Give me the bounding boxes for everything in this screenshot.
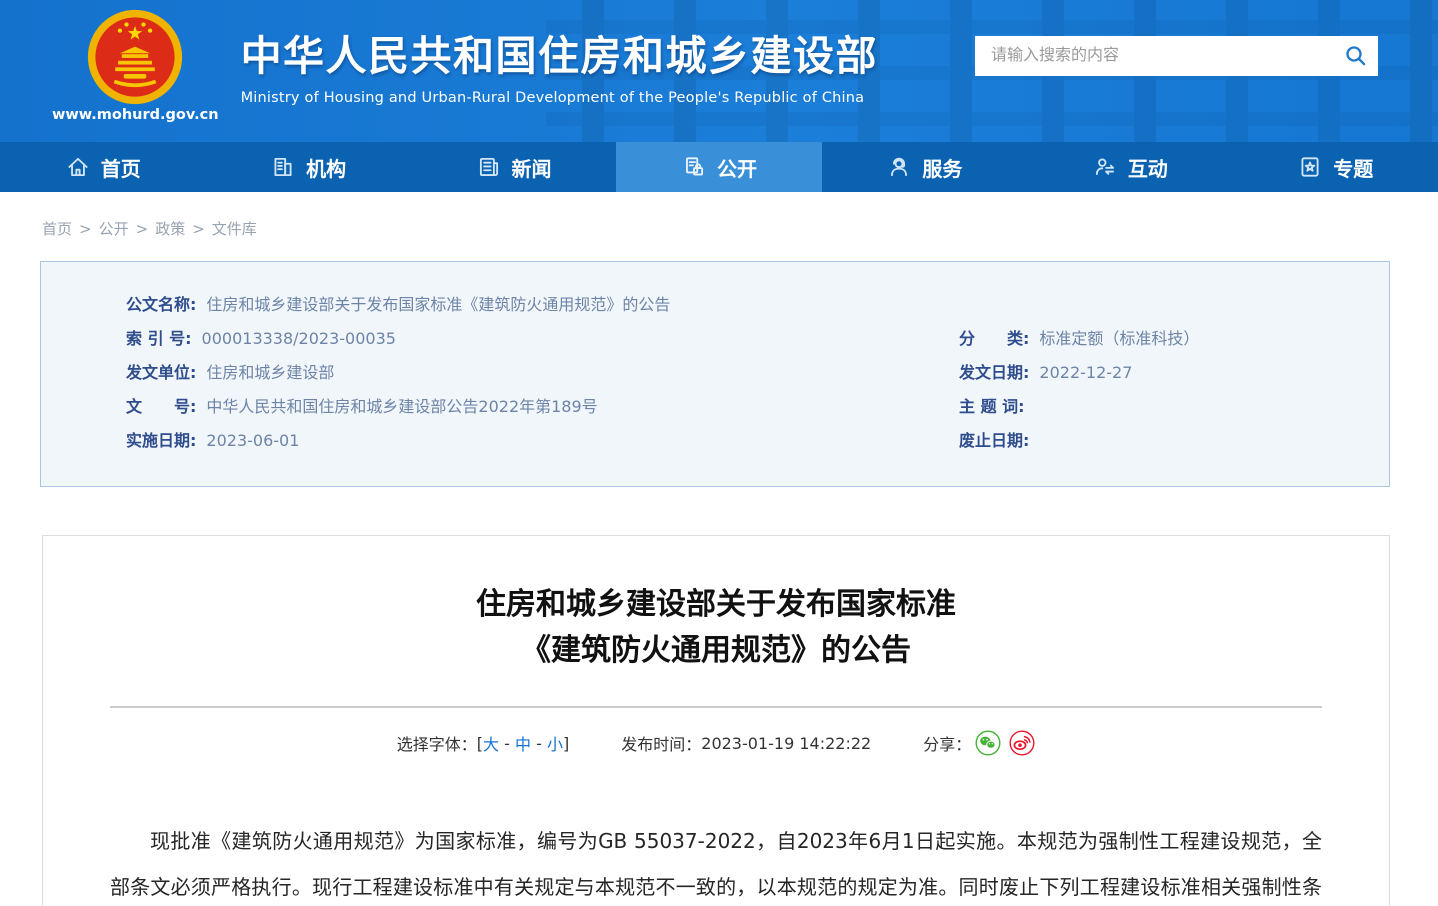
- site-title: 中华人民共和国住房和城乡建设部: [241, 22, 879, 82]
- disclosure-lock-icon: [681, 154, 707, 180]
- breadcrumb-policy[interactable]: 政策: [155, 220, 185, 238]
- share-group: 分享：: [923, 730, 1035, 756]
- font-size-dash: -: [499, 734, 515, 753]
- meta-label-doc-number: 文 号:: [126, 390, 196, 424]
- article-title-line1: 住房和城乡建设部关于发布国家标准: [110, 582, 1322, 628]
- nav-item-home[interactable]: 首页: [0, 142, 205, 192]
- search-input[interactable]: [975, 36, 1334, 76]
- article-title-line2: 《建筑防火通用规范》的公告: [110, 628, 1322, 674]
- font-size-medium[interactable]: 中: [515, 731, 531, 755]
- nav-label: 机构: [306, 153, 346, 182]
- font-size-small[interactable]: 小: [547, 731, 563, 755]
- meta-value-index-number: 000013338/2023-00035: [202, 322, 396, 356]
- main-nav: 首页 机构 新闻 公开: [0, 142, 1438, 192]
- nav-item-organization[interactable]: 机构: [205, 142, 410, 192]
- publish-time-group: 发布时间：2023-01-19 14:22:22: [621, 731, 871, 755]
- search-button[interactable]: [1334, 36, 1378, 76]
- nav-item-disclosure[interactable]: 公开: [616, 142, 821, 192]
- meta-row: 实施日期: 2023-06-01 废止日期:: [41, 424, 1389, 458]
- weibo-share-icon[interactable]: [1009, 730, 1035, 756]
- nav-label: 首页: [101, 153, 141, 182]
- home-icon: [65, 154, 91, 180]
- meta-value-category: 标准定额（标准科技）: [1039, 322, 1199, 356]
- article-meta-row: 选择字体：[大 - 中 - 小] 发布时间：2023-01-19 14:22:2…: [110, 730, 1322, 756]
- article-panel: 住房和城乡建设部关于发布国家标准 《建筑防火通用规范》的公告 选择字体：[大 -…: [42, 535, 1390, 906]
- meta-row: 索 引 号: 000013338/2023-00035 分 类: 标准定额（标准…: [41, 322, 1389, 356]
- meta-label-category: 分 类:: [959, 322, 1029, 356]
- nav-item-topics[interactable]: 专题: [1233, 142, 1438, 192]
- article-title: 住房和城乡建设部关于发布国家标准 《建筑防火通用规范》的公告: [110, 582, 1322, 674]
- meta-label-issue-date: 发文日期:: [959, 356, 1029, 390]
- nav-label: 专题: [1333, 153, 1373, 182]
- nav-label: 服务: [922, 153, 962, 182]
- bracket-close: ]: [563, 734, 569, 753]
- national-emblem-icon: [86, 8, 184, 106]
- nav-label: 公开: [717, 153, 757, 182]
- meta-value-doc-name: 住房和城乡建设部关于发布国家标准《建筑防火通用规范》的公告: [206, 288, 670, 322]
- page: www.mohurd.gov.cn 中华人民共和国住房和城乡建设部 Minist…: [0, 0, 1438, 906]
- site-logo[interactable]: www.mohurd.gov.cn: [52, 8, 219, 123]
- meta-label-repeal-date: 废止日期:: [959, 424, 1029, 458]
- publish-time-label: 发布时间：: [621, 731, 701, 755]
- article-body-paragraph: 现批准《建筑防火通用规范》为国家标准，编号为GB 55037-2022，自202…: [110, 818, 1322, 906]
- publish-time-value: 2023-01-19 14:22:22: [701, 734, 871, 753]
- meta-row: 公文名称: 住房和城乡建设部关于发布国家标准《建筑防火通用规范》的公告: [41, 288, 1389, 322]
- meta-value-doc-number: 中华人民共和国住房和城乡建设部公告2022年第189号: [206, 390, 597, 424]
- title-divider: [110, 706, 1322, 708]
- wechat-share-icon[interactable]: [975, 730, 1001, 756]
- nav-item-news[interactable]: 新闻: [411, 142, 616, 192]
- nav-item-interaction[interactable]: 互动: [1027, 142, 1232, 192]
- breadcrumb-disclosure[interactable]: 公开: [99, 220, 129, 238]
- document-meta-box: 公文名称: 住房和城乡建设部关于发布国家标准《建筑防火通用规范》的公告 索 引 …: [40, 261, 1390, 487]
- organization-icon: [270, 154, 296, 180]
- news-icon: [476, 154, 502, 180]
- interaction-icon: [1092, 154, 1118, 180]
- meta-value-effective-date: 2023-06-01: [206, 424, 299, 458]
- search-icon: [1344, 44, 1368, 68]
- site-header: www.mohurd.gov.cn 中华人民共和国住房和城乡建设部 Minist…: [0, 0, 1438, 142]
- font-size-selector: 选择字体：[大 - 中 - 小]: [397, 731, 569, 755]
- meta-label-effective-date: 实施日期:: [126, 424, 196, 458]
- share-label: 分享：: [923, 731, 971, 755]
- breadcrumb-home[interactable]: 首页: [42, 220, 72, 238]
- meta-value-issuing-unit: 住房和城乡建设部: [206, 356, 334, 390]
- nav-label: 互动: [1128, 153, 1168, 182]
- font-size-large[interactable]: 大: [483, 731, 499, 755]
- site-url: www.mohurd.gov.cn: [52, 107, 219, 123]
- font-size-label: 选择字体：: [397, 731, 477, 755]
- meta-label-doc-name: 公文名称:: [126, 288, 196, 322]
- font-size-dash: -: [531, 734, 547, 753]
- topics-star-icon: [1297, 154, 1323, 180]
- site-title-english: Ministry of Housing and Urban-Rural Deve…: [241, 90, 879, 106]
- nav-item-service[interactable]: 服务: [822, 142, 1027, 192]
- breadcrumb-separator: >: [79, 220, 92, 238]
- meta-value-issue-date: 2022-12-27: [1039, 356, 1132, 390]
- meta-row: 文 号: 中华人民共和国住房和城乡建设部公告2022年第189号 主 题 词:: [41, 390, 1389, 424]
- search-box: [975, 36, 1378, 76]
- meta-label-issuing-unit: 发文单位:: [126, 356, 196, 390]
- nav-label: 新闻: [512, 153, 552, 182]
- service-agent-icon: [886, 154, 912, 180]
- breadcrumb: 首页 > 公开 > 政策 > 文件库: [42, 218, 1398, 239]
- meta-label-index-number: 索 引 号:: [126, 322, 192, 356]
- meta-label-subject-words: 主 题 词:: [959, 390, 1025, 424]
- meta-row: 发文单位: 住房和城乡建设部 发文日期: 2022-12-27: [41, 356, 1389, 390]
- breadcrumb-library[interactable]: 文件库: [212, 220, 257, 238]
- breadcrumb-separator: >: [192, 220, 205, 238]
- breadcrumb-separator: >: [136, 220, 149, 238]
